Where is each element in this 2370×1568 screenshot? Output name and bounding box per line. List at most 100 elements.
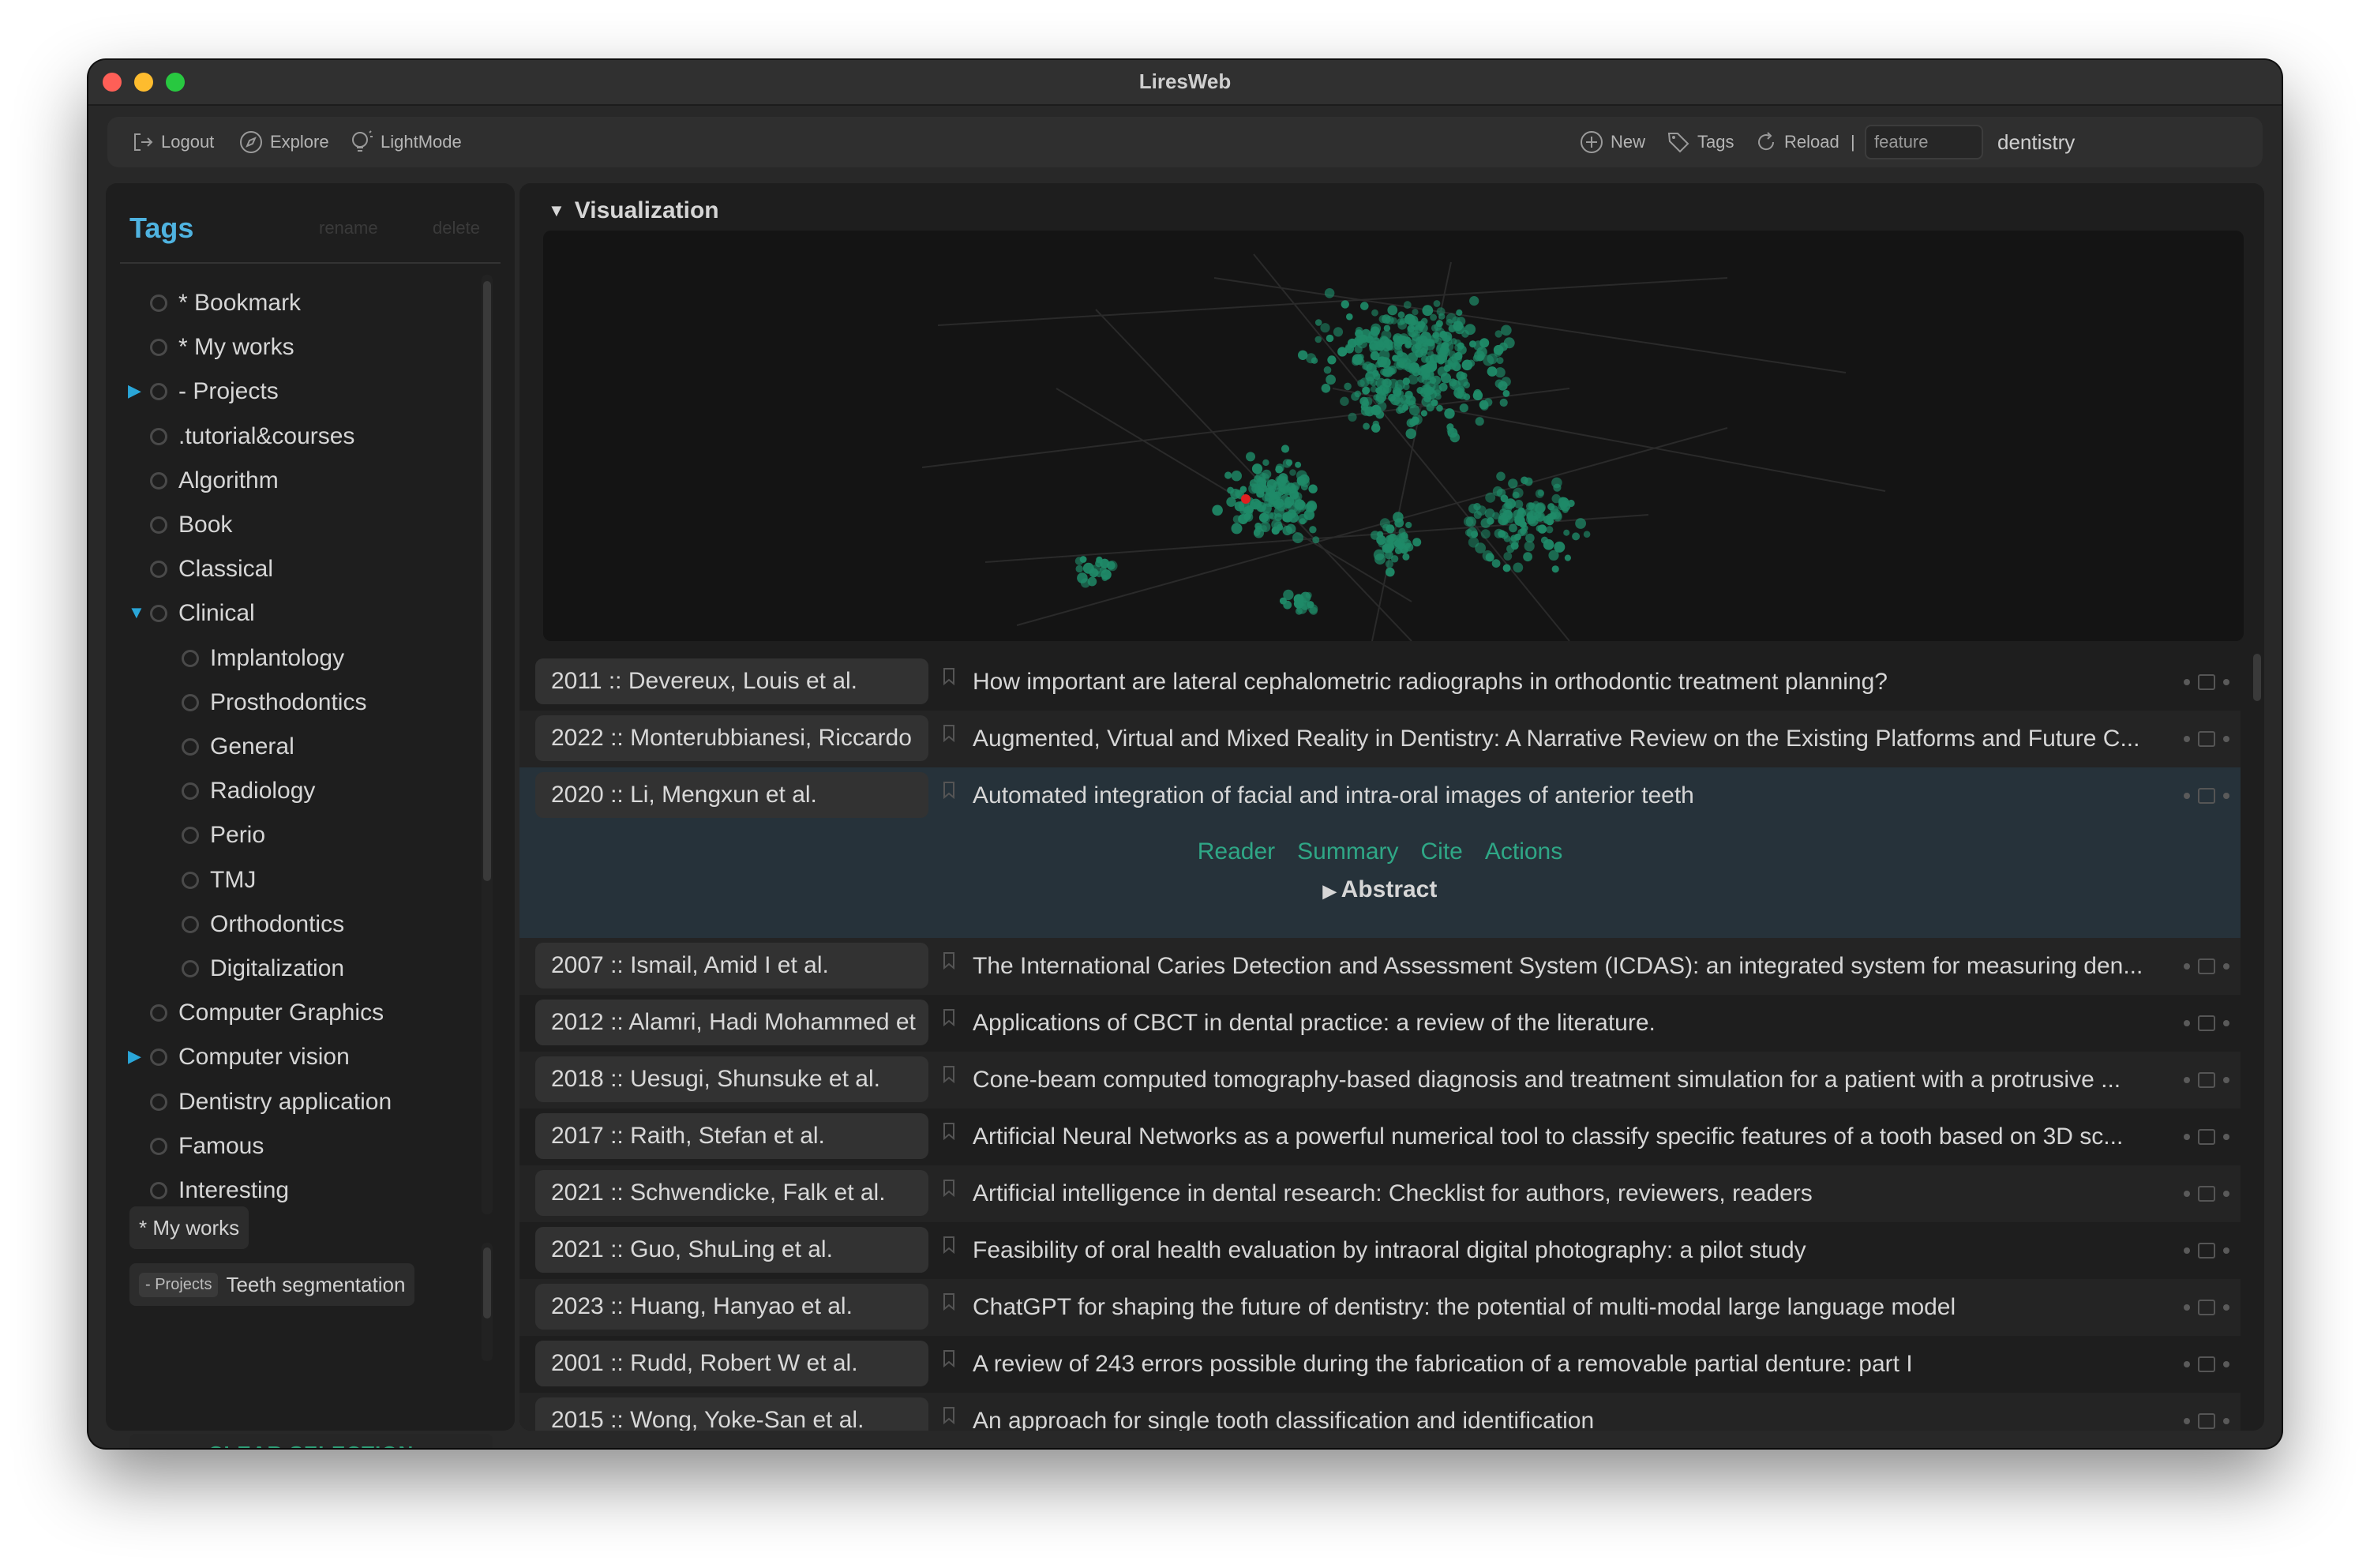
paper-point[interactable] — [1473, 388, 1482, 398]
paper-point[interactable] — [1564, 554, 1571, 561]
paper-point[interactable] — [1246, 452, 1255, 462]
document-icon[interactable] — [2198, 1300, 2215, 1315]
paper-point[interactable] — [1426, 386, 1435, 395]
paper-year-author[interactable]: 2018 :: Uesugi, Shunsuke et al. — [535, 1056, 928, 1102]
paper-point[interactable] — [1360, 406, 1371, 416]
paper-point[interactable] — [1509, 523, 1517, 533]
paper-title[interactable]: Artificial intelligence in dental resear… — [973, 1165, 2165, 1222]
document-icon[interactable] — [2198, 1413, 2215, 1429]
tag-item[interactable]: Algorithm — [150, 463, 279, 498]
paper-point[interactable] — [1314, 319, 1322, 326]
paper-list-scrollbar[interactable] — [2253, 654, 2261, 701]
paper-point[interactable] — [1292, 532, 1303, 544]
paper-point[interactable] — [1372, 420, 1380, 428]
lightmode-button[interactable]: LightMode — [349, 117, 462, 167]
paper-point[interactable] — [1394, 379, 1405, 390]
paper-point[interactable] — [1524, 477, 1533, 486]
paper-point[interactable] — [1426, 403, 1434, 412]
paper-point[interactable] — [1405, 521, 1412, 529]
tag-item[interactable]: Dentistry application — [150, 1085, 392, 1120]
paper-point[interactable] — [1457, 376, 1468, 387]
paper-point[interactable] — [1231, 523, 1243, 535]
paper-point[interactable] — [1417, 375, 1425, 383]
bookmark-icon[interactable] — [943, 725, 955, 742]
tag-radio[interactable] — [182, 738, 199, 756]
clear-selection-button[interactable]: CLEAR SELECTION — [129, 1434, 493, 1448]
paper-row[interactable]: 2021 :: Guo, ShuLing et al. Feasibility o… — [519, 1222, 2241, 1279]
document-icon[interactable] — [2198, 1356, 2215, 1372]
paper-point[interactable] — [1243, 512, 1251, 521]
tag-radio[interactable] — [182, 827, 199, 845]
tag-radio[interactable] — [150, 1137, 167, 1155]
paper-point[interactable] — [1382, 314, 1391, 324]
paper-point[interactable] — [1442, 341, 1449, 350]
paper-point[interactable] — [1379, 357, 1391, 368]
paper-title[interactable]: Applications of CBCT in dental practice:… — [973, 995, 2165, 1052]
selected-tag-chip[interactable]: * My works — [129, 1206, 249, 1249]
paper-point[interactable] — [1299, 518, 1306, 525]
paper-point[interactable] — [1496, 471, 1506, 482]
paper-point[interactable] — [1387, 534, 1399, 545]
tag-radio[interactable] — [182, 960, 199, 977]
paper-year-author[interactable]: 2001 :: Rudd, Robert W et al. — [535, 1341, 928, 1386]
tag-item[interactable]: Radiology — [182, 774, 315, 808]
paper-point[interactable] — [1421, 355, 1429, 363]
paper-point[interactable] — [1293, 594, 1304, 605]
paper-point[interactable] — [1491, 559, 1501, 568]
bookmark-icon[interactable] — [943, 1350, 955, 1367]
paper-year-author[interactable]: 2021 :: Guo, ShuLing et al. — [535, 1227, 928, 1273]
tag-item[interactable]: Famous — [150, 1129, 264, 1164]
paper-point[interactable] — [1368, 330, 1378, 340]
paper-point[interactable] — [1417, 368, 1426, 376]
tag-radio[interactable] — [150, 294, 167, 312]
paper-point[interactable] — [1363, 396, 1373, 407]
paper-point[interactable] — [1419, 344, 1429, 354]
paper-point[interactable] — [1276, 523, 1284, 531]
tag-radio[interactable] — [150, 471, 167, 490]
paper-point[interactable] — [1340, 396, 1349, 407]
tag-item[interactable]: Orthodontics — [182, 907, 344, 942]
tag-item[interactable]: Classical — [150, 552, 273, 587]
paper-point[interactable] — [1547, 503, 1555, 511]
paper-point[interactable] — [1575, 518, 1586, 529]
paper-row[interactable]: 2021 :: Schwendicke, Falk et al. Artifici… — [519, 1165, 2241, 1222]
paper-point[interactable] — [1269, 485, 1277, 493]
paper-point[interactable] — [1510, 535, 1518, 542]
paper-row[interactable]: 2020 :: Li, Mengxun et al. Automated inte… — [519, 767, 2241, 824]
tag-radio[interactable] — [150, 383, 167, 401]
paper-point[interactable] — [1371, 531, 1380, 540]
paper-point[interactable] — [1306, 501, 1318, 512]
paper-point[interactable] — [1444, 335, 1451, 342]
selected-scrollbar[interactable] — [483, 1247, 491, 1319]
tag-radio[interactable] — [182, 915, 199, 933]
paper-point[interactable] — [1548, 550, 1559, 561]
document-icon[interactable] — [2198, 1243, 2215, 1259]
paper-point[interactable] — [1476, 505, 1487, 516]
reader-link[interactable]: Reader — [1198, 838, 1275, 865]
paper-point[interactable] — [1407, 324, 1415, 333]
document-icon[interactable] — [2198, 1129, 2215, 1145]
paper-point[interactable] — [1407, 317, 1416, 326]
document-icon[interactable] — [2198, 958, 2215, 974]
paper-point[interactable] — [1087, 576, 1097, 587]
paper-point[interactable] — [1253, 529, 1261, 536]
paper-point[interactable] — [1320, 323, 1330, 333]
paper-point[interactable] — [1239, 507, 1247, 515]
paper-point[interactable] — [1444, 408, 1455, 419]
paper-point[interactable] — [1323, 366, 1332, 374]
bookmark-icon[interactable] — [943, 1236, 955, 1254]
paper-point[interactable] — [1397, 311, 1405, 319]
paper-year-author[interactable]: 2017 :: Raith, Stefan et al. — [535, 1113, 928, 1159]
paper-point[interactable] — [1295, 461, 1302, 468]
bookmark-icon[interactable] — [943, 782, 955, 799]
paper-row[interactable]: 2018 :: Uesugi, Shunsuke et al. Cone-beam… — [519, 1052, 2241, 1108]
paper-point[interactable] — [1563, 529, 1570, 536]
delete-tag-button[interactable]: delete — [433, 218, 480, 238]
paper-point[interactable] — [1492, 512, 1500, 520]
paper-point[interactable] — [1394, 346, 1403, 355]
paper-point[interactable] — [1502, 564, 1511, 572]
tag-radio[interactable] — [150, 605, 167, 623]
document-icon[interactable] — [2198, 1072, 2215, 1088]
tag-radio[interactable] — [182, 871, 199, 889]
document-icon[interactable] — [2198, 1186, 2215, 1202]
